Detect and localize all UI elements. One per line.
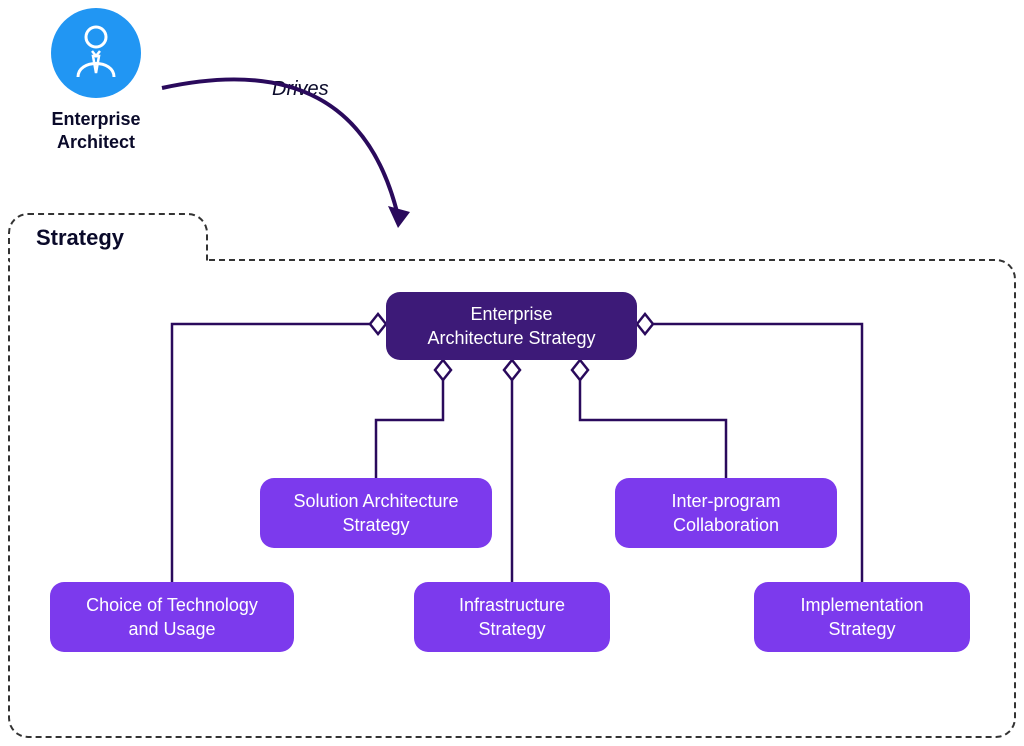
person-icon [51, 8, 141, 98]
node-enterprise-architecture-strategy: EnterpriseArchitecture Strategy [386, 292, 637, 360]
node-solution-architecture-strategy: Solution ArchitectureStrategy [260, 478, 492, 548]
node-implementation-strategy: ImplementationStrategy [754, 582, 970, 652]
actor-enterprise-architect: EnterpriseArchitect [36, 8, 156, 155]
strategy-container-tab: Strategy [8, 213, 208, 261]
node-infrastructure-strategy: InfrastructureStrategy [414, 582, 610, 652]
edge-label-drives: Drives [272, 78, 329, 101]
node-choice-of-technology: Choice of Technologyand Usage [50, 582, 294, 652]
actor-label: EnterpriseArchitect [36, 108, 156, 155]
node-inter-program-collaboration: Inter-programCollaboration [615, 478, 837, 548]
strategy-container-label: Strategy [36, 225, 124, 251]
